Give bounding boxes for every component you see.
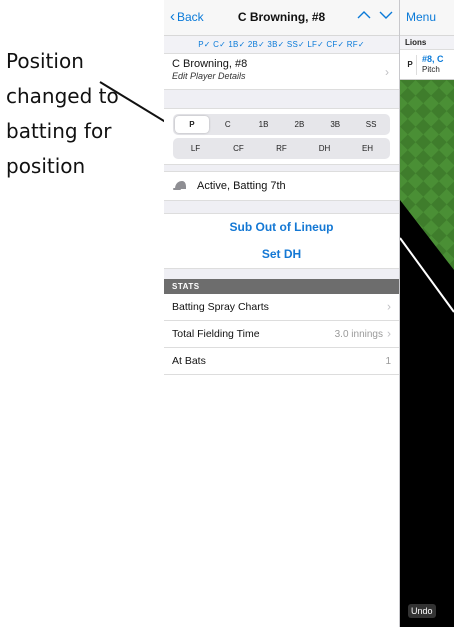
edit-player-row[interactable]: C Browning, #8 Edit Player Details › — [164, 54, 399, 90]
chevron-right-icon: › — [385, 64, 389, 79]
player-nav-arrows — [357, 7, 393, 23]
player-role: Pitch — [422, 65, 440, 74]
batting-helmet-icon — [173, 181, 186, 190]
position-button-2b[interactable]: 2B — [282, 116, 316, 133]
player-name: C Browning, #8 — [172, 58, 248, 70]
chevron-right-icon: › — [387, 299, 391, 314]
menu-button[interactable]: Menu — [406, 10, 436, 24]
position-button-cf[interactable]: CF — [218, 140, 259, 157]
stat-row-fielding-time[interactable]: Total Fielding Time 3.0 innings › — [164, 321, 399, 348]
lineup-actions: Sub Out of Lineup Set DH — [164, 213, 399, 269]
player-number: #8, C — [422, 54, 444, 64]
stat-row-spray-charts[interactable]: Batting Spray Charts › — [164, 294, 399, 321]
team-label: Lions — [400, 36, 454, 50]
position-button-lf[interactable]: LF — [175, 140, 216, 157]
stat-value: 1 — [385, 356, 391, 367]
player-detail-panel: ‹ Back C Browning, #8 P✓ C✓ 1B✓ 2B✓ 3B✓ … — [164, 0, 400, 627]
position-button-1b[interactable]: 1B — [247, 116, 281, 133]
stat-label: At Bats — [172, 355, 206, 367]
lineup-player-card[interactable]: P #8, C Pitch — [400, 50, 454, 80]
position-selector: P C 1B 2B 3B SS LF CF RF DH EH — [164, 108, 399, 165]
stat-value: 3.0 innings — [334, 329, 383, 340]
sub-out-button[interactable]: Sub Out of Lineup — [164, 214, 399, 241]
set-dh-button[interactable]: Set DH — [164, 241, 399, 268]
stats-section-header: STATS — [164, 279, 399, 294]
nav-bar: ‹ Back C Browning, #8 — [164, 0, 399, 36]
position-button-p[interactable]: P — [175, 116, 209, 133]
game-field-panel: Menu Lions P #8, C Pitch Undo — [400, 0, 454, 627]
position-button-ss[interactable]: SS — [354, 116, 388, 133]
right-nav-bar: Menu — [400, 0, 454, 36]
status-text: Active, Batting 7th — [197, 180, 286, 192]
chevron-right-icon: › — [387, 326, 391, 341]
undo-button[interactable]: Undo — [408, 604, 436, 618]
position-row-1: P C 1B 2B 3B SS — [173, 114, 390, 135]
player-subtitle: Edit Player Details — [172, 71, 246, 81]
batting-status-row: Active, Batting 7th — [164, 171, 399, 201]
field-image — [400, 80, 454, 627]
stat-label: Batting Spray Charts — [172, 301, 269, 313]
chevron-down-icon[interactable] — [379, 7, 393, 23]
empty-area — [164, 375, 399, 627]
player-position: P — [404, 55, 417, 75]
chevron-up-icon[interactable] — [357, 7, 371, 23]
positions-played-strip: P✓ C✓ 1B✓ 2B✓ 3B✓ SS✓ LF✓ CF✓ RF✓ — [164, 36, 399, 54]
stat-row-at-bats: At Bats 1 — [164, 348, 399, 375]
position-button-c[interactable]: C — [211, 116, 245, 133]
annotation-line: Position — [6, 49, 84, 73]
stat-label: Total Fielding Time — [172, 328, 260, 340]
position-button-3b[interactable]: 3B — [318, 116, 352, 133]
position-row-2: LF CF RF DH EH — [173, 138, 390, 159]
annotation-line: position — [6, 154, 86, 178]
position-button-dh[interactable]: DH — [304, 140, 345, 157]
position-button-rf[interactable]: RF — [261, 140, 302, 157]
position-button-eh[interactable]: EH — [347, 140, 388, 157]
